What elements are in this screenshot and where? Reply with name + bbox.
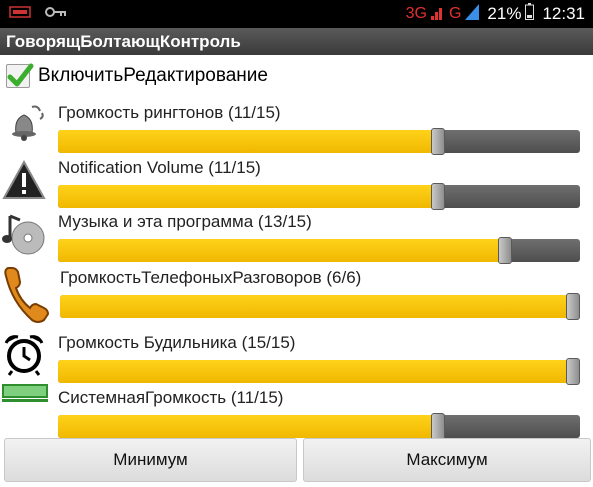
notification-icon (9, 5, 31, 23)
enable-editing-checkbox[interactable] (6, 63, 34, 88)
app-title: ГоворящБолтающКонтроль (0, 28, 593, 55)
warning-icon (2, 158, 46, 202)
maximum-button[interactable]: Максимум (303, 438, 591, 482)
music-volume-label: Музыка и эта программа (13/15) (58, 212, 312, 231)
bell-icon (2, 103, 46, 147)
network-g-label: G (448, 5, 462, 22)
network-3g-label: 3G (405, 5, 427, 22)
call-volume-label: ГромкостьТелефоныхРазговоров (6/6) (60, 268, 362, 287)
music-volume-slider[interactable] (58, 237, 580, 264)
system-volume-thumb[interactable] (431, 413, 445, 440)
phone-handset-icon (2, 264, 50, 323)
ringtone-volume-slider[interactable] (58, 128, 580, 155)
alarm-volume-row: Громкость Будильника (15/15) (0, 333, 593, 387)
call-volume-thumb[interactable] (566, 293, 580, 320)
call-volume-slider[interactable] (60, 293, 580, 320)
enable-editing-label: ВключитьРедактирование (38, 65, 268, 86)
ringtone-volume-fill (58, 130, 438, 153)
alarm-volume-label: Громкость Будильника (15/15) (58, 333, 296, 352)
alarm-volume-thumb[interactable] (566, 358, 580, 385)
system-volume-row: СистемнаяГромкость (11/15) (0, 384, 593, 442)
battery-percent: 21% (487, 4, 522, 23)
status-bar: 3G G 21% 12:31 (0, 0, 593, 28)
key-icon (45, 5, 67, 23)
enable-editing-row[interactable]: ВключитьРедактирование (6, 62, 268, 90)
call-volume-fill (60, 295, 573, 318)
clock: 12:31 (542, 4, 585, 23)
music-cd-icon (2, 212, 46, 256)
minimum-button[interactable]: Минимум (4, 438, 297, 482)
notification-volume-fill (58, 185, 438, 208)
music-volume-fill (58, 239, 505, 262)
notification-volume-label: Notification Volume (11/15) (58, 158, 261, 177)
call-volume-row: ГромкостьТелефоныхРазговоров (6/6) (0, 267, 593, 323)
signal-icon (430, 4, 445, 25)
notification-volume-row: Notification Volume (11/15) (0, 158, 593, 212)
notification-volume-thumb[interactable] (431, 183, 445, 210)
system-logo-icon (2, 384, 48, 432)
ringtone-volume-row: Громкость рингтонов (11/15) (0, 103, 593, 157)
alarm-clock-icon (2, 333, 46, 377)
music-volume-row: Музыка и эта программа (13/15) (0, 212, 593, 266)
battery-icon (525, 3, 535, 25)
ringtone-volume-thumb[interactable] (431, 128, 445, 155)
system-volume-slider[interactable] (58, 413, 580, 440)
alarm-volume-fill (58, 360, 573, 383)
system-volume-label: СистемнаяГромкость (11/15) (58, 388, 284, 407)
music-volume-thumb[interactable] (498, 237, 512, 264)
notification-volume-slider[interactable] (58, 183, 580, 210)
alarm-volume-slider[interactable] (58, 358, 580, 385)
ringtone-volume-label: Громкость рингтонов (11/15) (58, 103, 281, 122)
system-volume-fill (58, 415, 438, 438)
signal-icon-2 (465, 3, 480, 25)
